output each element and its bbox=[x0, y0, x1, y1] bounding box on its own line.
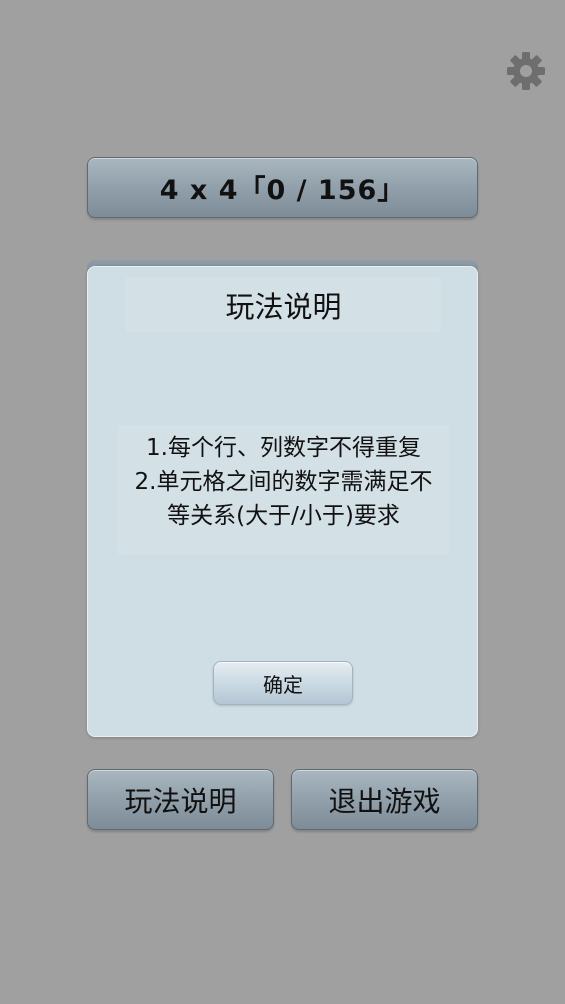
how-to-play-label: 玩法说明 bbox=[124, 784, 237, 818]
dialog-title: 玩法说明 bbox=[225, 289, 342, 324]
level-label: 4 x 4「0 / 156」 bbox=[159, 175, 406, 206]
dialog-body: 1.每个行、列数字不得重复 2.单元格之间的数字需满足不 等关系(大于/小于)要… bbox=[118, 425, 449, 555]
instructions-dialog: 玩法说明 1.每个行、列数字不得重复 2.单元格之间的数字需满足不 等关系(大于… bbox=[87, 266, 478, 737]
rule-line-1: 1.每个行、列数字不得重复 bbox=[146, 435, 421, 461]
how-to-play-button[interactable]: 玩法说明 bbox=[87, 769, 274, 830]
confirm-button[interactable]: 确定 bbox=[213, 661, 353, 705]
rule-line-3: 等关系(大于/小于)要求 bbox=[167, 503, 400, 529]
level-select-button[interactable]: 4 x 4「0 / 156」 bbox=[87, 157, 478, 218]
rule-line-2: 2.单元格之间的数字需满足不 bbox=[134, 469, 433, 495]
dialog-title-box: 玩法说明 bbox=[126, 277, 441, 332]
settings-button[interactable] bbox=[505, 50, 547, 92]
confirm-label: 确定 bbox=[263, 672, 303, 697]
quit-game-label: 退出游戏 bbox=[328, 784, 441, 818]
gear-icon bbox=[507, 52, 545, 90]
quit-game-button[interactable]: 退出游戏 bbox=[291, 769, 478, 830]
